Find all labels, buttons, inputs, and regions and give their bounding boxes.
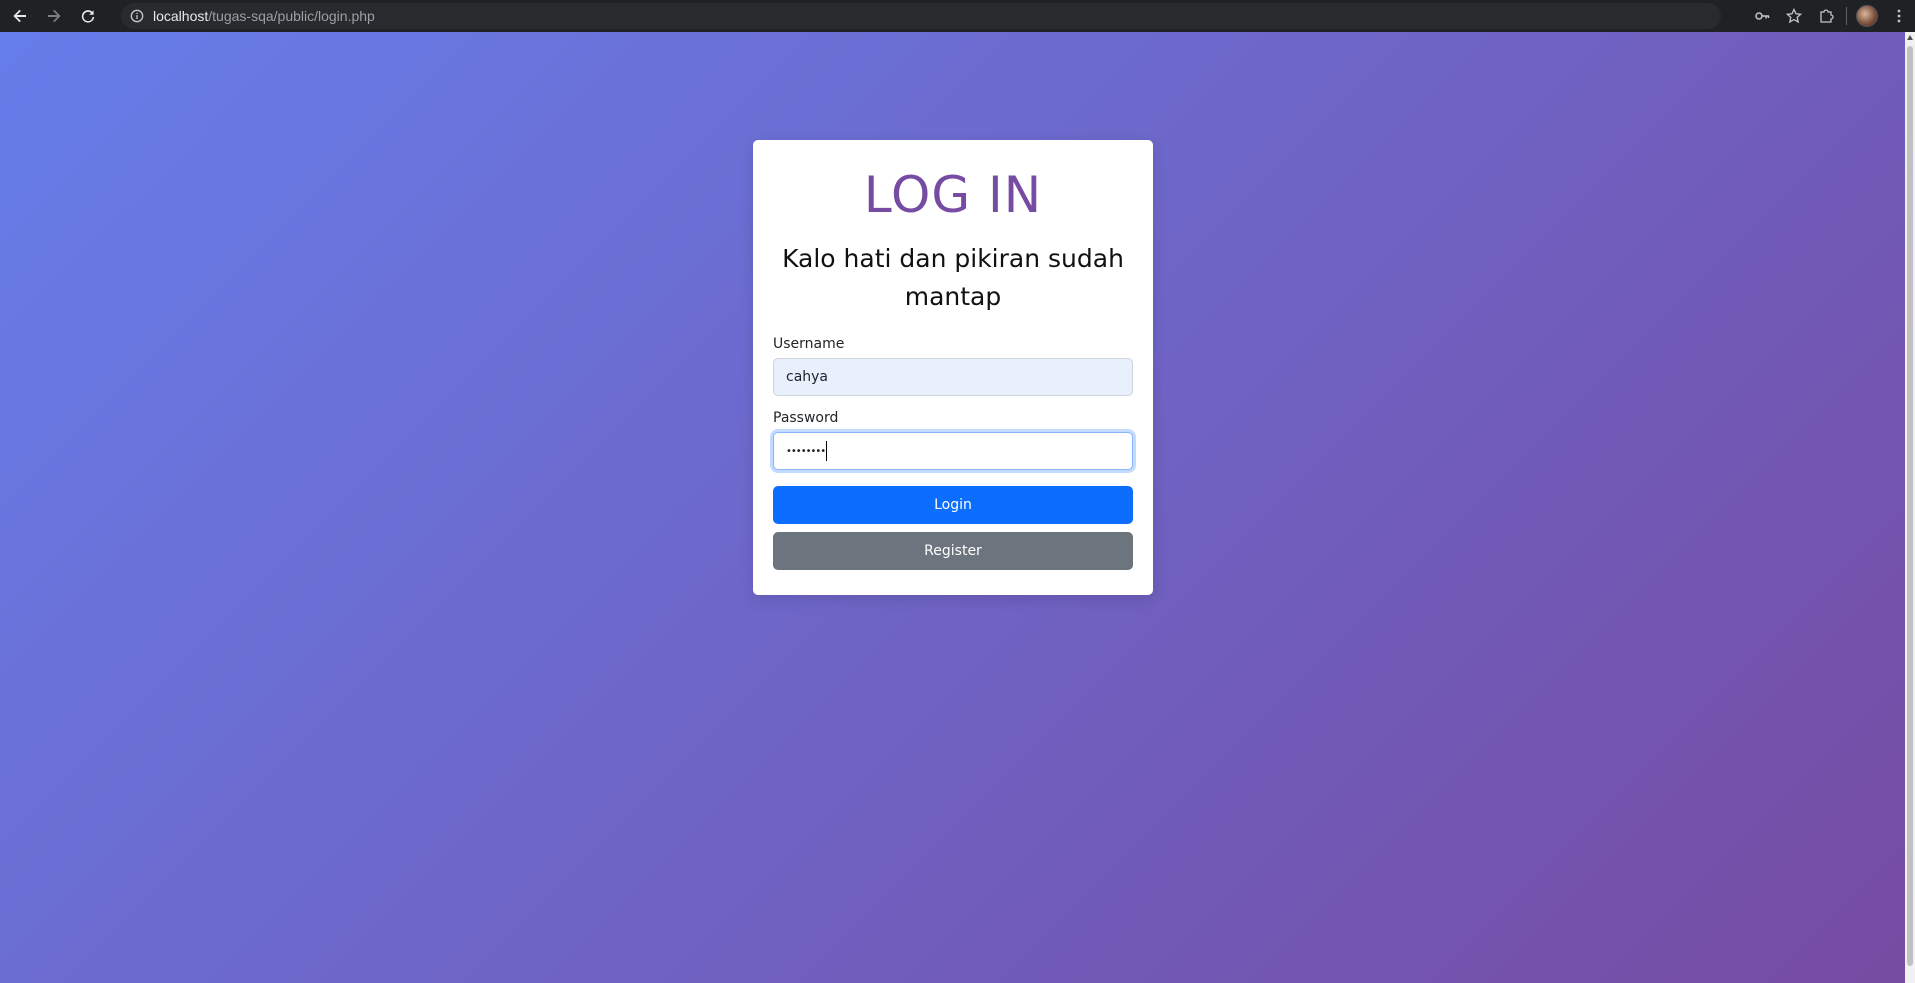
address-bar[interactable]: localhost/tugas-sqa/public/login.php (121, 3, 1721, 29)
url-host: localhost (153, 8, 209, 24)
puzzle-icon[interactable] (1810, 0, 1842, 32)
username-label: Username (773, 336, 845, 352)
password-label: Password (773, 410, 839, 426)
browser-toolbar: localhost/tugas-sqa/public/login.php (0, 0, 1915, 32)
password-value: •••••••• (786, 445, 826, 457)
info-icon[interactable] (129, 8, 145, 24)
scrollbar-thumb[interactable] (1907, 46, 1913, 966)
url-text: localhost/tugas-sqa/public/login.php (153, 8, 375, 24)
username-value: cahya (786, 369, 829, 385)
url-path: /tugas-sqa/public/login.php (208, 8, 375, 24)
register-button[interactable]: Register (773, 532, 1133, 570)
key-icon[interactable] (1746, 0, 1778, 32)
login-button[interactable]: Login (773, 486, 1133, 524)
page-title: LOG IN (863, 166, 1043, 224)
back-arrow-icon[interactable] (6, 2, 34, 30)
profile-button[interactable] (1851, 0, 1883, 32)
username-field[interactable]: cahya (773, 358, 1133, 396)
vertical-scrollbar[interactable] (1905, 32, 1915, 983)
star-icon[interactable] (1778, 0, 1810, 32)
toolbar-divider (1846, 7, 1847, 25)
tagline: Kalo hati dan pikiran sudah mantap (782, 244, 1124, 311)
password-field[interactable]: •••••••• (773, 432, 1133, 470)
toolbar-actions (1746, 0, 1915, 32)
password-group: Password •••••••• (773, 410, 1133, 470)
forward-arrow-icon[interactable] (40, 2, 68, 30)
avatar (1856, 5, 1878, 27)
kebab-menu-icon[interactable] (1883, 0, 1915, 32)
username-group: Username cahya (773, 336, 1133, 396)
text-caret (826, 441, 828, 461)
scroll-up-arrow-icon[interactable] (1907, 35, 1913, 40)
reload-icon[interactable] (74, 2, 102, 30)
login-card: LOG IN Kalo hati dan pikiran sudah manta… (753, 140, 1153, 595)
